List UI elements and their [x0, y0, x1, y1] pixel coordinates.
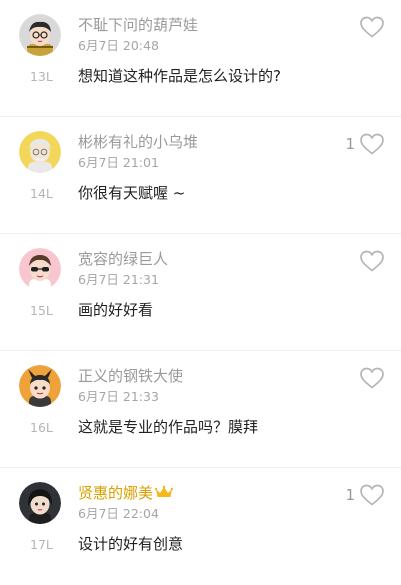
comment-item: 宽容的绿巨人 6月7日 21:31 15L 画的好好看 [0, 234, 401, 351]
username[interactable]: 正义的钢铁大使 [78, 366, 183, 386]
username[interactable]: 彬彬有礼的小乌堆 [78, 132, 198, 152]
heart-icon [360, 16, 384, 38]
comment-item: 彬彬有礼的小乌堆 6月7日 21:01 14L 你很有天赋喔 ~ 1 [0, 117, 401, 234]
heart-icon [360, 367, 384, 389]
comment-text: 设计的好有创意 [78, 535, 184, 553]
timestamp: 6月7日 21:01 [78, 155, 159, 170]
comment-text: 这就是专业的作品吗？膜拜 [78, 418, 259, 436]
avatar-dark-hair-icon[interactable] [19, 482, 61, 524]
username[interactable]: 贤惠的娜美 [78, 483, 174, 503]
floor-number: 13L [30, 69, 53, 84]
timestamp: 6月7日 21:33 [78, 389, 159, 404]
avatar-sunglasses-icon[interactable] [19, 248, 61, 290]
floor-number: 14L [30, 186, 53, 201]
like-count: 1 [345, 135, 355, 153]
timestamp: 6月7日 22:04 [78, 506, 159, 521]
like-count: 1 [345, 486, 355, 504]
username[interactable]: 不耻下问的葫芦娃 [78, 15, 198, 35]
comment-item: 正义的钢铁大使 6月7日 21:33 16L 这就是专业的作品吗？膜拜 [0, 351, 401, 468]
heart-icon [360, 484, 384, 506]
heart-icon [360, 250, 384, 272]
comment-item: 贤惠的娜美 6月7日 22:04 17L 设计的好有创意 1 [0, 468, 401, 585]
comment-text: 想知道这种作品是怎么设计的? [78, 67, 281, 85]
floor-number: 16L [30, 420, 53, 435]
comment-text: 画的好好看 [78, 301, 154, 319]
timestamp: 6月7日 21:31 [78, 272, 159, 287]
floor-number: 15L [30, 303, 53, 318]
comment-item: 不耻下问的葫芦娃 6月7日 20:48 13L 想知道这种作品是怎么设计的? [0, 0, 401, 117]
crown-icon [155, 485, 174, 497]
like-button[interactable] [355, 14, 385, 40]
timestamp: 6月7日 20:48 [78, 38, 159, 53]
username-text: 贤惠的娜美 [78, 484, 154, 502]
like-button[interactable] [355, 248, 385, 274]
heart-icon [360, 133, 384, 155]
floor-number: 17L [30, 537, 53, 552]
like-button[interactable]: 1 [345, 131, 385, 157]
avatar-boy-glasses-icon[interactable] [19, 14, 61, 56]
like-button[interactable] [355, 365, 385, 391]
avatar-horns-icon[interactable] [19, 365, 61, 407]
like-button[interactable]: 1 [345, 482, 385, 508]
avatar-grandpa-icon[interactable] [19, 131, 61, 173]
username[interactable]: 宽容的绿巨人 [78, 249, 168, 269]
comment-text: 你很有天赋喔 ~ [78, 184, 186, 202]
